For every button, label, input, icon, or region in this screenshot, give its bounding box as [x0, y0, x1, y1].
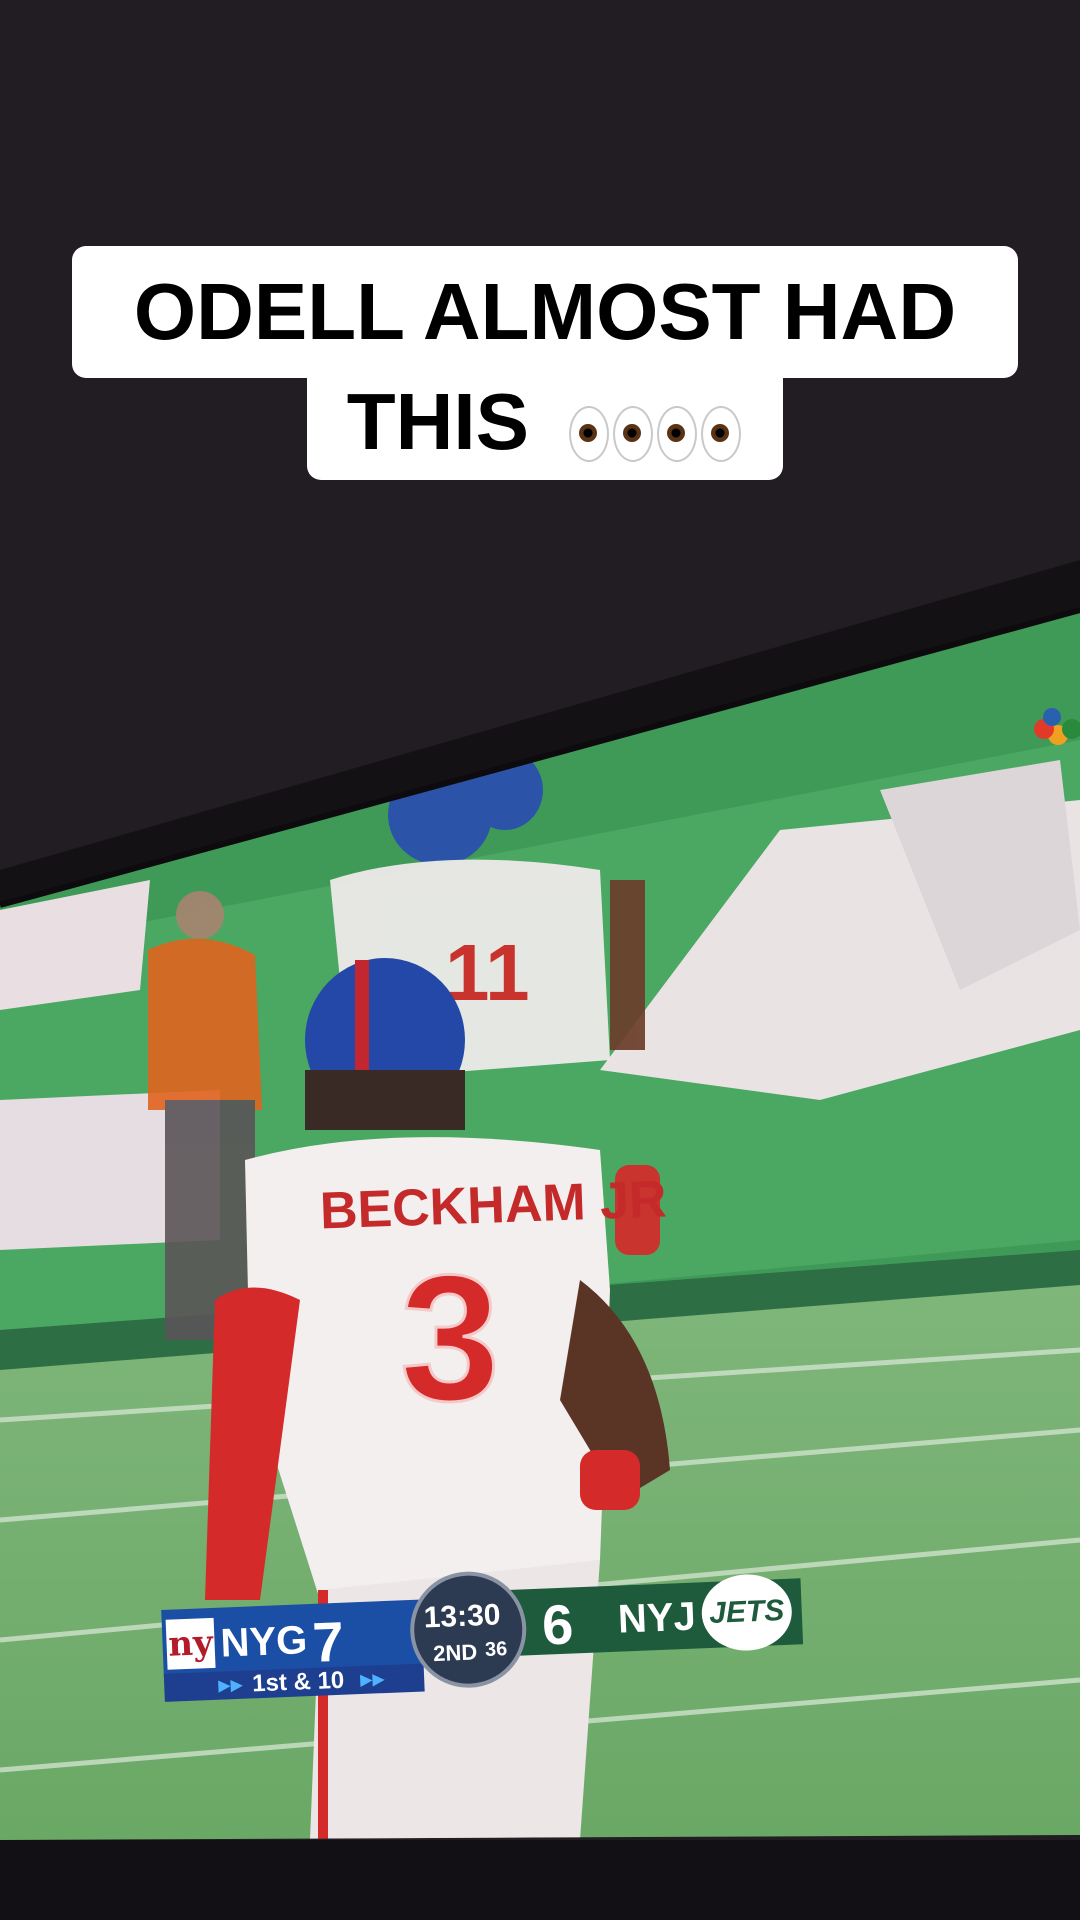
sideline-staff: [148, 891, 262, 1340]
away-team-abbr: NYJ: [617, 1594, 697, 1642]
away-team-score: 6: [540, 1592, 575, 1657]
caption-text-2: THIS: [346, 377, 529, 466]
home-team-score: 7: [311, 1609, 346, 1674]
eyes-emoji-icon: [567, 376, 743, 480]
down-and-distance: 1st & 10: [251, 1666, 345, 1698]
play-clock: 36: [484, 1638, 508, 1662]
caption-line-2: THIS: [307, 370, 783, 480]
svg-text:3: 3: [400, 1238, 500, 1439]
chevrons-right-icon: ▶▶: [359, 1671, 386, 1690]
giants-logo-icon: ny: [165, 1617, 216, 1670]
caption-line-1: ODELL ALMOST HAD: [72, 246, 1018, 378]
svg-text:11: 11: [445, 928, 530, 1017]
svg-text:BECKHAM JR: BECKHAM JR: [319, 1170, 668, 1240]
home-team-abbr: NYG: [219, 1618, 309, 1666]
game-clock: 13:30: [423, 1598, 502, 1635]
chevrons-right-icon: ▶▶: [217, 1676, 244, 1695]
quarter: 2ND: [432, 1639, 478, 1667]
scorebug: ny NYG 7 13:30 2ND 36 6 NYJ JETS ▶▶ 1st …: [160, 1554, 804, 1702]
caption-text-1: ODELL ALMOST HAD: [133, 267, 957, 356]
